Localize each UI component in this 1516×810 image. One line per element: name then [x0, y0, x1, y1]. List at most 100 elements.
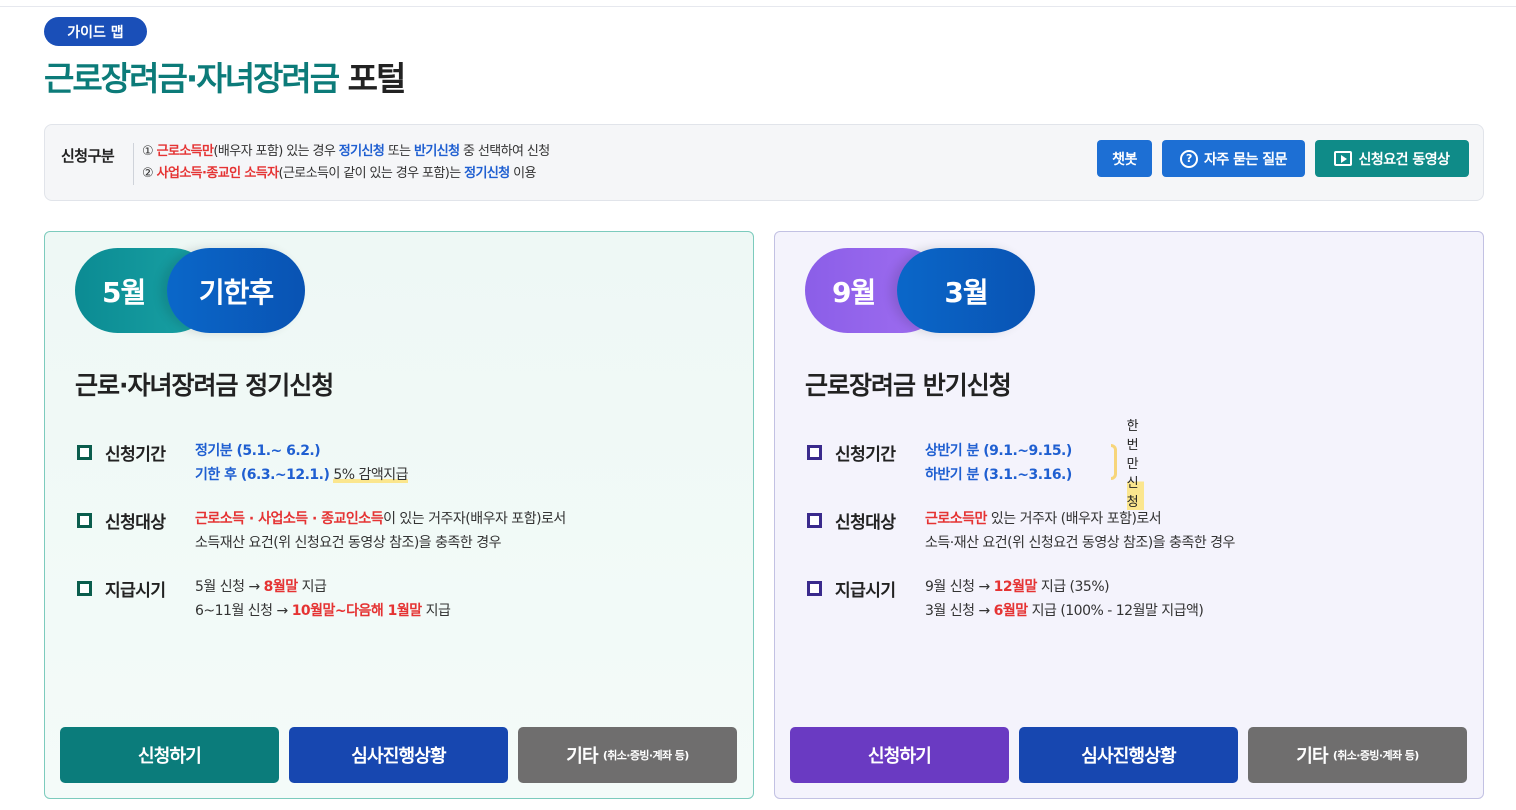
text-segment: ① — [142, 144, 157, 159]
etc-button-sub: (취소·증빙·계좌 등) — [602, 749, 689, 762]
row-label: 지급시기 — [105, 581, 166, 601]
checkbox-square-icon — [77, 513, 95, 531]
page-title-sub: 포털 — [347, 59, 407, 98]
etc-button[interactable]: 기타 (취소·증빙·계좌 등) — [518, 727, 737, 783]
once-only-note-text: 한번만 신청 — [1126, 414, 1145, 510]
text-segment: 8월말 — [263, 579, 299, 595]
notice-line-1: ① 근로소득만(배우자 포함) 있는 경우 정기신청 또는 반기신청 중 선택하… — [142, 141, 550, 163]
top-divider — [0, 6, 1516, 7]
review-status-button[interactable]: 심사진행상황 — [1019, 727, 1238, 783]
row-line: 기한 후 (6.3.~12.1.) 5% 감액지급 — [195, 463, 409, 487]
text-segment: 근로소득만 — [925, 511, 987, 527]
text-segment: 5월 신청 → — [195, 579, 264, 595]
guide-map-badge[interactable]: 가이드 맵 — [44, 17, 147, 46]
card-title: 근로·자녀장려금 정기신청 — [75, 371, 334, 400]
row-line: 소득·재산 요건(위 신청요건 동영상 참조)을 충족한 경우 — [925, 531, 1235, 555]
row-line: 6~11월 신청 → 10월말~다음해 1월말 지급 — [195, 599, 451, 623]
faq-button-label: 자주 묻는 질문 — [1203, 151, 1288, 168]
text-segment: 지급 (100% - 12월말 지급액) — [1027, 603, 1204, 619]
text-segment: 정기신청 — [338, 144, 385, 159]
semiannual-application-card: 9월 3월 근로장려금 반기신청 신청기간 상반기 분 (9.1.~9.15.)… — [774, 231, 1484, 799]
notice-lines: ① 근로소득만(배우자 포함) 있는 경우 정기신청 또는 반기신청 중 선택하… — [142, 141, 550, 185]
text-segment: ② — [142, 166, 157, 181]
period-pills: 9월 3월 — [805, 248, 1035, 333]
row-label: 신청대상 — [835, 513, 896, 533]
card-title: 근로장려금 반기신청 — [805, 371, 1012, 400]
row-text: 근로소득 · 사업소득 · 종교인소득이 있는 거주자(배우자 포함)로서 소득… — [195, 507, 566, 555]
text-segment: 3월 신청 → — [925, 603, 994, 619]
etc-button-sub: (취소·증빙·계좌 등) — [1332, 749, 1419, 762]
period-pill-march: 3월 — [897, 248, 1035, 333]
text-segment: 정기신청 — [464, 166, 510, 181]
text-segment: 근로소득 · 사업소득 · 종교인소득 — [195, 511, 384, 527]
text-segment: 5% 감액지급 — [333, 467, 409, 483]
text-segment: 10월말~다음해 1월말 — [291, 603, 423, 619]
text-segment: 사업소득·종교인 소득자 — [156, 166, 279, 181]
text-segment: 이 있는 거주자(배우자 포함)로서 — [383, 511, 566, 527]
review-status-button[interactable]: 심사진행상황 — [289, 727, 508, 783]
text-segment: 6~11월 신청 → — [195, 603, 292, 619]
text-segment: 9월 신청 → — [925, 579, 994, 595]
notice-label: 신청구분 — [61, 147, 115, 165]
checkbox-square-icon — [807, 513, 825, 531]
chatbot-button[interactable]: 챗봇 — [1097, 140, 1152, 177]
text-segment: 6월말 — [993, 603, 1029, 619]
faq-button[interactable]: ? 자주 묻는 질문 — [1162, 140, 1305, 177]
chatbot-button-label: 챗봇 — [1112, 151, 1137, 168]
checkbox-square-icon — [77, 445, 95, 463]
checkbox-square-icon — [807, 581, 825, 599]
brace-icon — [1111, 444, 1117, 480]
row-line: 근로소득 · 사업소득 · 종교인소득이 있는 거주자(배우자 포함)로서 — [195, 507, 566, 531]
row-text: 정기분 (5.1.~ 6.2.) 기한 후 (6.3.~12.1.) 5% 감액… — [195, 439, 409, 487]
period-pill-late: 기한후 — [167, 248, 305, 333]
row-line: 하반기 분 (3.1.~3.16.) — [925, 463, 1072, 487]
etc-button-label: 기타 — [1296, 746, 1328, 767]
apply-button[interactable]: 신청하기 — [790, 727, 1009, 783]
text-segment: 소득·재산 요건(위 신청요건 동영상 참조)을 충족한 경우 — [925, 535, 1235, 551]
play-video-icon — [1334, 151, 1353, 166]
row-text: 상반기 분 (9.1.~9.15.) 하반기 분 (3.1.~3.16.) — [925, 439, 1072, 487]
application-type-notice: 신청구분 ① 근로소득만(배우자 포함) 있는 경우 정기신청 또는 반기신청 … — [44, 124, 1484, 201]
row-line: 3월 신청 → 6월말 지급 (100% - 12월말 지급액) — [925, 599, 1204, 623]
apply-button[interactable]: 신청하기 — [60, 727, 279, 783]
row-text: 근로소득만 있는 거주자 (배우자 포함)로서 소득·재산 요건(위 신청요건 … — [925, 507, 1235, 555]
row-line: 근로소득만 있는 거주자 (배우자 포함)로서 — [925, 507, 1235, 531]
row-text: 9월 신청 → 12월말 지급 (35%) 3월 신청 → 6월말 지급 (10… — [925, 575, 1204, 623]
video-button[interactable]: 신청요건 동영상 — [1315, 140, 1469, 177]
text-segment: 지급 (35%) — [1036, 579, 1110, 595]
row-line: 소득재산 요건(위 신청요건 동영상 참조)을 충족한 경우 — [195, 531, 566, 555]
text-segment: 중 선택하여 신청 — [459, 144, 550, 159]
period-pills: 5월 기한후 — [75, 248, 305, 333]
text-segment: 하반기 분 (3.1.~3.16.) — [925, 467, 1072, 483]
notice-divider — [133, 143, 134, 185]
text-segment: (근로소득이 같이 있는 경우 포함)는 — [278, 166, 465, 181]
text-segment: 정기분 (5.1.~ 6.2.) — [195, 443, 321, 459]
etc-button[interactable]: 기타 (취소·증빙·계좌 등) — [1248, 727, 1467, 783]
regular-application-card: 5월 기한후 근로·자녀장려금 정기신청 신청기간 정기분 (5.1.~ 6.2… — [44, 231, 754, 799]
video-button-label: 신청요건 동영상 — [1358, 151, 1450, 168]
row-text: 5월 신청 → 8월말 지급 6~11월 신청 → 10월말~다음해 1월말 지… — [195, 575, 451, 623]
checkbox-square-icon — [807, 445, 825, 463]
row-line: 5월 신청 → 8월말 지급 — [195, 575, 450, 599]
text-segment: 근로소득만 — [156, 144, 214, 159]
text-segment: 이용 — [509, 166, 536, 181]
etc-button-label: 기타 — [566, 746, 598, 767]
text-segment: 소득재산 요건(위 신청요건 동영상 참조)을 충족한 경우 — [195, 535, 501, 551]
notice-line-2: ② 사업소득·종교인 소득자(근로소득이 같이 있는 경우 포함)는 정기신청 … — [142, 163, 550, 185]
row-line: 정기분 (5.1.~ 6.2.) — [195, 439, 408, 463]
checkbox-square-icon — [77, 581, 95, 599]
question-icon: ? — [1179, 149, 1198, 168]
row-label: 지급시기 — [835, 581, 896, 601]
text-segment: 있는 거주자 (배우자 포함)로서 — [986, 511, 1162, 527]
row-line: 상반기 분 (9.1.~9.15.) — [925, 439, 1072, 463]
text-segment: 반기신청 — [413, 144, 460, 159]
text-segment: 지급 — [421, 603, 451, 619]
text-segment: 지급 — [297, 579, 327, 595]
row-label: 신청기간 — [105, 445, 166, 465]
text-segment: 또는 — [384, 144, 414, 159]
page-title-main: 근로장려금·자녀장려금 — [44, 59, 340, 98]
row-line: 9월 신청 → 12월말 지급 (35%) — [925, 575, 1203, 599]
page-title: 근로장려금·자녀장려금 포털 — [44, 52, 407, 100]
text-segment: 기한 후 (6.3.~12.1.) — [195, 467, 330, 483]
row-label: 신청대상 — [105, 513, 166, 533]
